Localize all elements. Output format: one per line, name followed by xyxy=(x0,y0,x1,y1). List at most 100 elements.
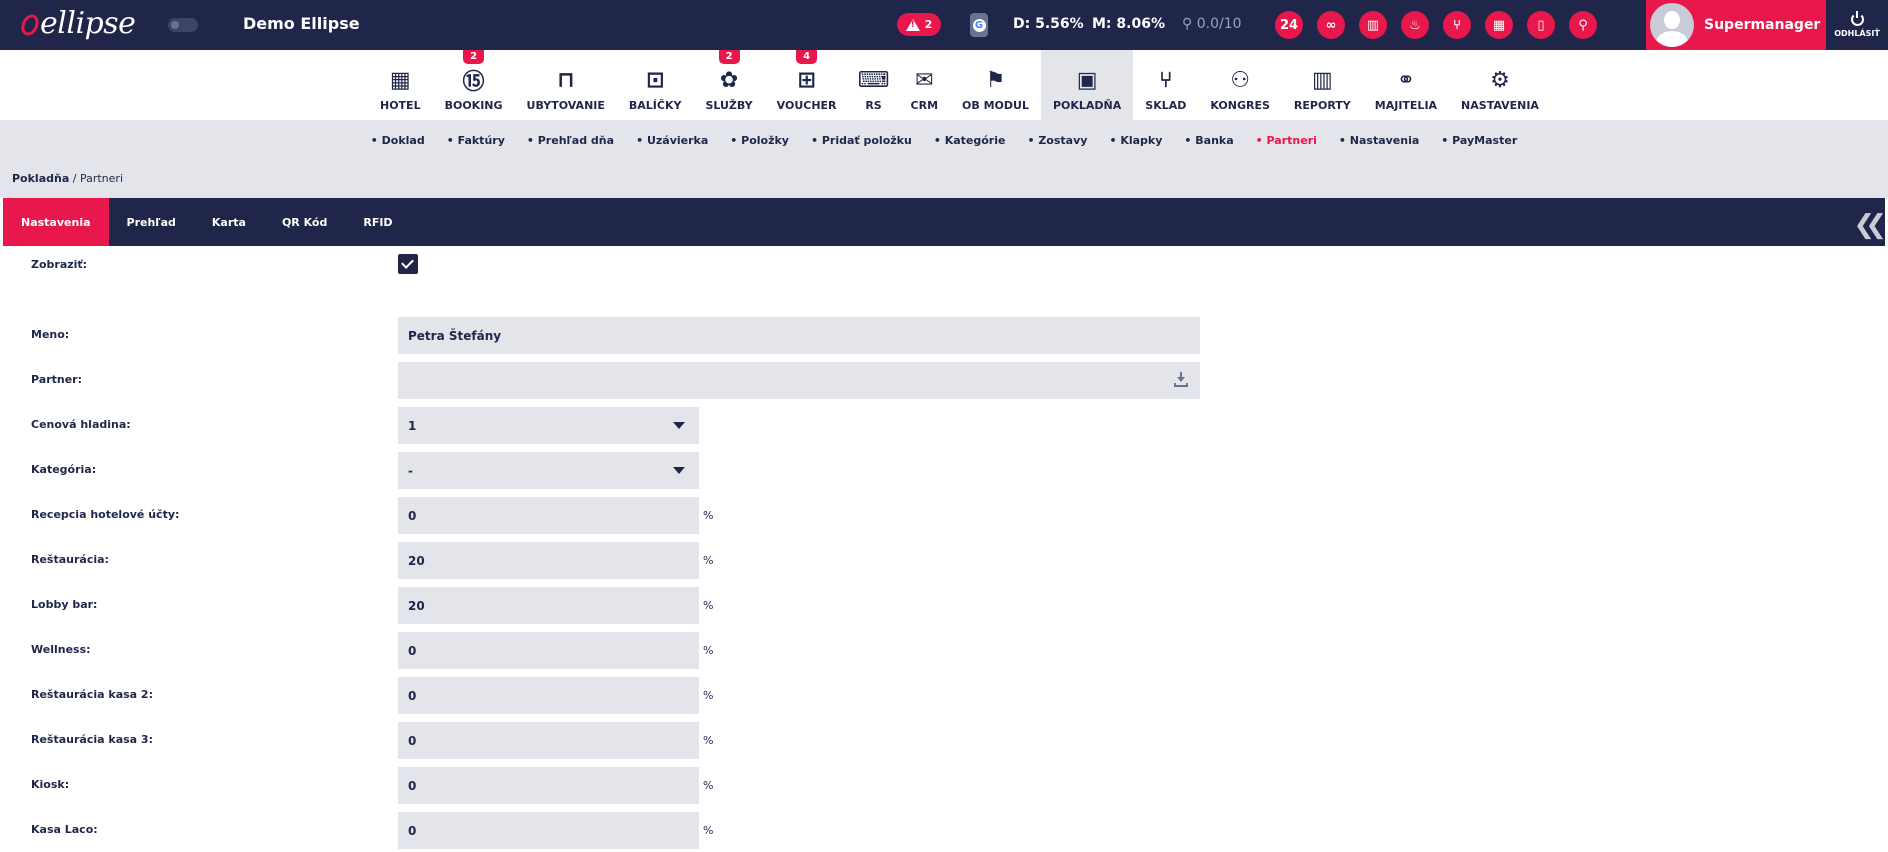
lotus-icon: ✿ xyxy=(719,67,739,93)
discount-input[interactable]: 20 xyxy=(398,587,699,624)
nav-item-gift[interactable]: 4 ⊞ VOUCHER xyxy=(765,50,849,120)
cutlery-icon[interactable]: ⑂ xyxy=(1443,11,1471,39)
gift-icon: ⊞ xyxy=(797,67,816,93)
tab-0[interactable]: Nastavenia xyxy=(3,198,109,246)
group-icon: ⚇ xyxy=(1230,67,1251,93)
user-menu[interactable]: Supermanager xyxy=(1646,0,1826,50)
nav-item-code-window[interactable]: ⌨ RS xyxy=(849,50,899,120)
alerts-button[interactable]: 2 xyxy=(897,13,941,36)
percent-sign: % xyxy=(703,644,714,657)
subnav-item[interactable]: Doklad xyxy=(371,134,425,147)
subnav-item[interactable]: Uzávierka xyxy=(636,134,708,147)
bar-chart-icon: ▥ xyxy=(1311,67,1333,93)
discount-input[interactable]: 0 xyxy=(398,497,699,534)
nav-label: MAJITELIA xyxy=(1374,99,1438,112)
breadcrumb: Pokladňa / Partneri xyxy=(12,172,123,185)
code-window-icon: ⌨ xyxy=(857,67,890,93)
nav-item-handshake[interactable]: ⚭ MAJITELIA xyxy=(1363,50,1449,120)
subnav-item[interactable]: Faktúry xyxy=(447,134,505,147)
service-icon[interactable]: ♨ xyxy=(1401,11,1429,39)
nav-item-package[interactable]: ⊡ BALÍČKY xyxy=(617,50,694,120)
row-partner: Partner: xyxy=(3,361,1885,399)
zobrazit-checkbox[interactable] xyxy=(398,254,418,274)
power-icon xyxy=(1850,10,1864,26)
calendar-icon[interactable]: ▦ xyxy=(1485,11,1513,39)
traveler-icon: ⚑ xyxy=(985,67,1006,93)
hotel-name[interactable]: Demo Ellipse xyxy=(243,14,360,33)
nav-item-mail[interactable]: ✉ CRM xyxy=(899,50,951,120)
tab-bar: Nastavenia Prehľad Karta QR Kód RFID ❮❮ xyxy=(3,198,1887,246)
subnav-item[interactable]: Položky xyxy=(730,134,789,147)
tab-1[interactable]: Prehľad xyxy=(109,198,194,246)
nav-item-hotel[interactable]: ▦ HOTEL xyxy=(368,50,433,120)
nav-item-calendar[interactable]: 2 ⑮ BOOKING xyxy=(433,50,515,120)
discount-input[interactable]: 0 xyxy=(398,677,699,714)
binoculars-icon[interactable]: ∞ xyxy=(1317,11,1345,39)
nav-badge: 4 xyxy=(796,50,818,64)
cenova-select[interactable]: 1 xyxy=(398,407,699,444)
search-icon[interactable]: ⚲ xyxy=(1569,11,1597,39)
nav-item-gears[interactable]: ⚙ NASTAVENIA xyxy=(1449,50,1551,120)
subnav-item[interactable]: Zostavy xyxy=(1027,134,1087,147)
percent-sign: % xyxy=(703,599,714,612)
kategoria-select[interactable]: - xyxy=(398,452,699,489)
percent-sign: % xyxy=(703,734,714,747)
discount-input[interactable]: 0 xyxy=(398,767,699,804)
subnav-item[interactable]: Prehľad dňa xyxy=(527,134,614,147)
partner-input[interactable] xyxy=(398,362,1200,399)
subnav-item[interactable]: Pridať položku xyxy=(811,134,912,147)
breadcrumb-root[interactable]: Pokladňa xyxy=(12,172,69,185)
discount-input[interactable]: 20 xyxy=(398,542,699,579)
row-discount: Reštaurácia kasa 2: 0% xyxy=(3,676,1885,714)
discount-label: Kasa Laco: xyxy=(31,823,98,836)
logout-button[interactable]: ODHLÁSIŤ xyxy=(1826,0,1888,50)
discount-input[interactable]: 0 xyxy=(398,722,699,759)
discount-input[interactable]: 0 xyxy=(398,812,699,849)
nav-label: RS xyxy=(865,99,882,112)
luggage-icon[interactable]: ▯ xyxy=(1527,11,1555,39)
row-meno: Meno: Petra Štefány xyxy=(3,316,1885,354)
download-icon[interactable] xyxy=(1174,372,1188,388)
percent-sign: % xyxy=(703,824,714,837)
subnav-item[interactable]: Partneri xyxy=(1256,134,1317,147)
nav-item-lotus[interactable]: 2 ✿ SLUŽBY xyxy=(693,50,764,120)
percent-sign: % xyxy=(703,689,714,702)
row-discount: Kiosk: 0% xyxy=(3,766,1885,804)
handshake-icon: ⚭ xyxy=(1396,67,1416,93)
discount-label: Reštaurácia kasa 3: xyxy=(31,733,153,746)
subnav-item[interactable]: Banka xyxy=(1184,134,1233,147)
top-bar: ellipse Demo Ellipse 2 G D: 5.56% M: 8.0… xyxy=(0,0,1888,50)
nav-label: VOUCHER xyxy=(776,99,837,112)
stat-month: M: 8.06% xyxy=(1092,16,1165,32)
tab-4[interactable]: RFID xyxy=(345,198,410,246)
tab-3[interactable]: QR Kód xyxy=(264,198,345,246)
nav-item-cutlery[interactable]: ⑂ SKLAD xyxy=(1133,50,1198,120)
nav-item-traveler[interactable]: ⚑ OB MODUL xyxy=(950,50,1041,120)
subnav-item[interactable]: Kategórie xyxy=(934,134,1006,147)
nav-item-group[interactable]: ⚇ KONGRES xyxy=(1198,50,1282,120)
bed-icon: ⊓ xyxy=(556,67,575,93)
reply-all-icon[interactable]: ❮❮ xyxy=(1853,210,1886,240)
nav-label: KONGRES xyxy=(1210,99,1270,112)
ellipse-logo[interactable]: ellipse xyxy=(18,6,136,41)
subnav-item[interactable]: PayMaster xyxy=(1441,134,1517,147)
24h-icon[interactable]: 24 xyxy=(1275,11,1303,39)
nav-label: UBYTOVANIE xyxy=(526,99,605,112)
nav-label: HOTEL xyxy=(380,99,421,112)
subnav-item[interactable]: Nastavenia xyxy=(1339,134,1420,147)
tab-2[interactable]: Karta xyxy=(194,198,264,246)
subnav-item[interactable]: Klapky xyxy=(1109,134,1162,147)
stats-icon[interactable]: ▥ xyxy=(1359,11,1387,39)
discount-input[interactable]: 0 xyxy=(398,632,699,669)
nav-item-bed[interactable]: ⊓ UBYTOVANIE xyxy=(515,50,617,120)
meno-input[interactable]: Petra Štefány xyxy=(398,317,1200,354)
nav-label: CRM xyxy=(910,99,939,112)
discount-label: Wellness: xyxy=(31,643,91,656)
nav-item-bar-chart[interactable]: ▥ REPORTY xyxy=(1282,50,1363,120)
row-kategoria: Kategória: - xyxy=(3,451,1885,489)
nav-item-wallet[interactable]: ▣ POKLADŇA xyxy=(1040,50,1134,120)
sidebar-toggle[interactable] xyxy=(168,18,198,32)
percent-sign: % xyxy=(703,779,714,792)
row-discount: Kasa Laco: 0% xyxy=(3,811,1885,849)
google-icon[interactable]: G xyxy=(970,13,988,37)
